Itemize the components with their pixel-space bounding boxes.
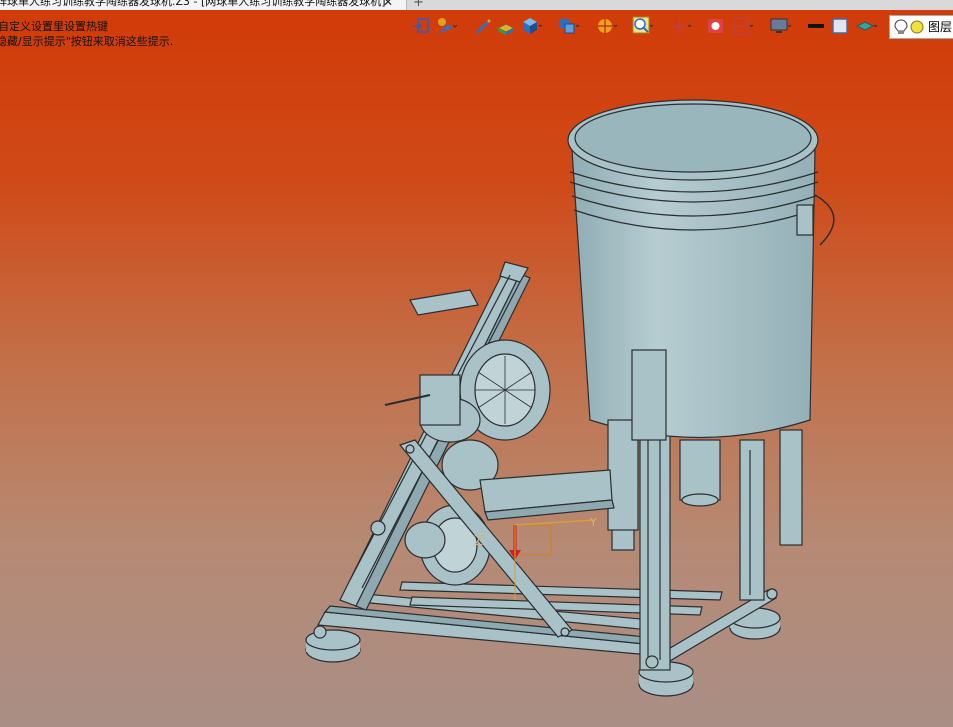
svg-text:Y: Y [589, 516, 597, 529]
split-view-icon[interactable] [730, 14, 754, 38]
zoom-icon[interactable] [630, 14, 654, 38]
assembly-icon[interactable] [556, 14, 580, 38]
svg-text:Z: Z [474, 534, 483, 549]
hint-line-2: 隐藏/显示提示"按钮来取消这些提示. [0, 35, 174, 48]
shape-icon[interactable] [494, 14, 518, 38]
pen-icon[interactable] [470, 14, 494, 38]
line-color-icon[interactable] [804, 14, 828, 38]
display-icon[interactable] [768, 14, 792, 38]
layer-status-icon[interactable] [910, 20, 924, 34]
document-tab-bar: 阵球单人练习训练教学陶练器发球机.Z3 - [网球单人练习训练教学陶练器发球机]… [0, 0, 953, 10]
axis-icon[interactable] [668, 14, 692, 38]
sketch-icon[interactable] [434, 14, 458, 38]
cube-icon[interactable] [518, 14, 543, 38]
layers-icon[interactable] [854, 14, 878, 38]
front-post [631, 349, 667, 441]
lightbulb-icon[interactable] [894, 19, 908, 35]
exit-icon[interactable] [410, 14, 434, 38]
new-tab-icon[interactable]: + [413, 0, 424, 10]
hint-line-1: 自定义设置里设置热键 [0, 20, 108, 33]
close-icon[interactable]: ✕ [383, 0, 393, 10]
document-tab[interactable]: 阵球单人练习训练教学陶练器发球机.Z3 - [网球单人练习训练教学陶练器发球机]… [0, 0, 407, 10]
render-icon[interactable] [594, 14, 618, 38]
layer-name: 图层 [928, 20, 953, 34]
layer-selector[interactable]: 图层 [889, 15, 953, 39]
tab-title: 阵球单人练习训练教学陶练器发球机.Z3 - [网球单人练习训练教学陶练器发球机] [0, 0, 386, 8]
model-viewport[interactable]: Z Y [0, 0, 953, 727]
base-frame [317, 581, 777, 669]
record-icon[interactable] [704, 14, 728, 38]
fill-color-icon[interactable] [828, 14, 852, 38]
